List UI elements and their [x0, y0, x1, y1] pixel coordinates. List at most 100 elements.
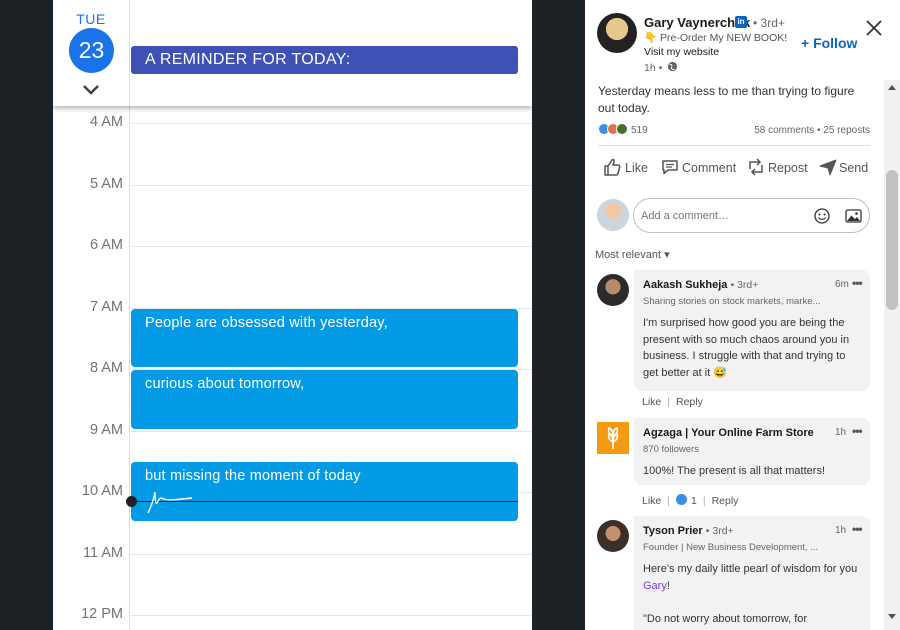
day-number: 23	[69, 28, 114, 73]
comment-button[interactable]: Comment	[660, 157, 740, 179]
comment-bubble: Tyson Prier • 3rd+ Founder | New Busines…	[634, 516, 870, 630]
hour-line	[131, 123, 532, 124]
day-name: TUE	[76, 11, 106, 27]
comment-actions: Like | Reply	[642, 396, 703, 408]
close-icon[interactable]	[864, 18, 884, 38]
like-label: Like	[625, 161, 648, 175]
company-logo[interactable]	[597, 422, 629, 454]
divider	[598, 145, 870, 146]
like-reaction-icon	[676, 494, 687, 505]
comment-text: Here's my daily little pearl of wisdom f…	[643, 561, 861, 594]
scroll-down-icon[interactable]	[884, 612, 900, 622]
commenter-name[interactable]: Agzaga | Your Online Farm Store	[643, 427, 814, 439]
commenter-name[interactable]: Aakash Sukheja • 3rd+	[643, 279, 758, 291]
reaction-count[interactable]: 519	[631, 125, 648, 136]
hour-line	[131, 246, 532, 247]
comment-text: "Do not worry about tomorrow, for	[643, 613, 808, 625]
calendar-event: curious about tomorrow,	[131, 370, 518, 429]
post-time: 1h •	[644, 62, 663, 74]
hour-label: 8 AM	[89, 360, 123, 376]
author-avatar[interactable]	[597, 13, 637, 53]
comment-bubble: Agzaga | Your Online Farm Store 870 foll…	[634, 418, 870, 485]
separator: |	[702, 495, 706, 507]
commenter-name-text: Tyson Prier	[643, 525, 703, 537]
hour-line	[131, 554, 532, 555]
comment-like-count[interactable]: 1	[691, 495, 697, 507]
hour-label: 5 AM	[89, 176, 123, 192]
comment-like-button[interactable]: Like	[642, 396, 661, 408]
comment-input[interactable]	[641, 207, 801, 225]
image-icon[interactable]	[845, 208, 862, 224]
hour-line	[131, 185, 532, 186]
hour-label: 11 AM	[82, 545, 123, 561]
calendar-view: TUE 23 A REMINDER FOR TODAY: 4 AM 5 AM 6…	[53, 0, 532, 630]
hour-label: 6 AM	[89, 237, 123, 253]
calendar-header: TUE 23 A REMINDER FOR TODAY:	[53, 0, 532, 106]
current-time-dot	[126, 496, 137, 507]
send-icon	[819, 159, 837, 176]
comment-reply-button[interactable]: Reply	[676, 396, 703, 408]
visit-website-link[interactable]: Visit my website	[644, 46, 719, 58]
hour-label: 12 PM	[81, 606, 123, 622]
commenter-degree: • 3rd+	[705, 525, 734, 537]
separator: |	[667, 396, 670, 408]
repost-button[interactable]: Repost	[746, 157, 811, 179]
hour-row: 12 PM	[53, 606, 532, 622]
comment-box[interactable]	[633, 198, 870, 233]
commenter-name-text: Aakash Sukheja	[643, 279, 728, 291]
hour-line	[131, 431, 532, 432]
hour-row: 6 AM	[53, 237, 532, 253]
more-options-icon[interactable]: •••	[852, 424, 863, 438]
comment-time: 1h	[835, 427, 847, 438]
more-options-icon[interactable]: •••	[852, 522, 863, 536]
comment-label: Comment	[682, 161, 737, 175]
commenter-avatar[interactable]	[597, 520, 629, 552]
hour-row: 11 AM	[53, 545, 532, 561]
commenter-name[interactable]: Tyson Prier • 3rd+	[643, 525, 734, 537]
like-button[interactable]: Like	[602, 157, 657, 179]
hour-row: 4 AM	[53, 114, 532, 130]
repost-label: Repost	[768, 161, 808, 175]
follow-button[interactable]: + Follow	[801, 35, 857, 51]
sort-dropdown[interactable]: Most relevant ▾	[595, 248, 670, 261]
wheat-icon	[607, 426, 619, 449]
chevron-down-icon	[83, 85, 99, 95]
commenter-degree: • 3rd+	[730, 279, 759, 291]
signature-icon	[147, 491, 193, 514]
hour-label: 7 AM	[89, 299, 123, 315]
comment-stats[interactable]: 58 comments • 25 reposts	[754, 125, 870, 136]
comment-time: 6m	[835, 279, 849, 290]
commenter-avatar[interactable]	[597, 274, 629, 306]
more-options-icon[interactable]: •••	[852, 276, 863, 290]
post-text: Yesterday means less to me than trying t…	[598, 84, 855, 115]
thumbs-up-icon	[604, 158, 621, 176]
scroll-thumb[interactable]	[886, 170, 898, 310]
commenter-subtitle: Sharing stories on stock markets, marke.…	[643, 296, 821, 307]
scroll-up-icon[interactable]	[884, 82, 900, 92]
hour-label: 4 AM	[89, 114, 123, 130]
comment-like-button[interactable]: Like	[642, 495, 661, 507]
repost-icon	[749, 158, 763, 176]
support-reaction-icon	[616, 123, 628, 135]
comment-text: 100%! The present is all that matters!	[643, 465, 825, 477]
comment-actions: Like | 1 | Reply	[642, 494, 738, 507]
send-label: Send	[839, 161, 869, 175]
post-panel: Gary Vaynerchuk in • 3rd+ 👇 Pre-Order My…	[585, 0, 900, 630]
author-tagline: 👇 Pre-Order My NEW BOOK!	[644, 32, 788, 44]
mention-link[interactable]: Gary	[643, 580, 667, 592]
commenter-subtitle: Founder | New Business Development, ...	[643, 542, 819, 553]
hour-row: 5 AM	[53, 176, 532, 192]
reminder-event: A REMINDER FOR TODAY:	[131, 46, 518, 74]
scrollbar[interactable]	[884, 80, 900, 630]
globe-icon	[667, 61, 678, 72]
calendar-event: People are obsessed with yesterday,	[131, 309, 518, 367]
emoji-icon[interactable]	[814, 208, 830, 224]
comment-reply-button[interactable]: Reply	[712, 495, 739, 507]
comment-icon	[662, 160, 678, 175]
send-button[interactable]: Send	[818, 157, 873, 179]
my-avatar	[597, 199, 629, 231]
comment-text-part: !	[666, 579, 670, 592]
hour-label: 9 AM	[89, 422, 123, 438]
hour-label: 10 AM	[81, 483, 123, 499]
linkedin-influencer-icon: in	[735, 16, 747, 28]
